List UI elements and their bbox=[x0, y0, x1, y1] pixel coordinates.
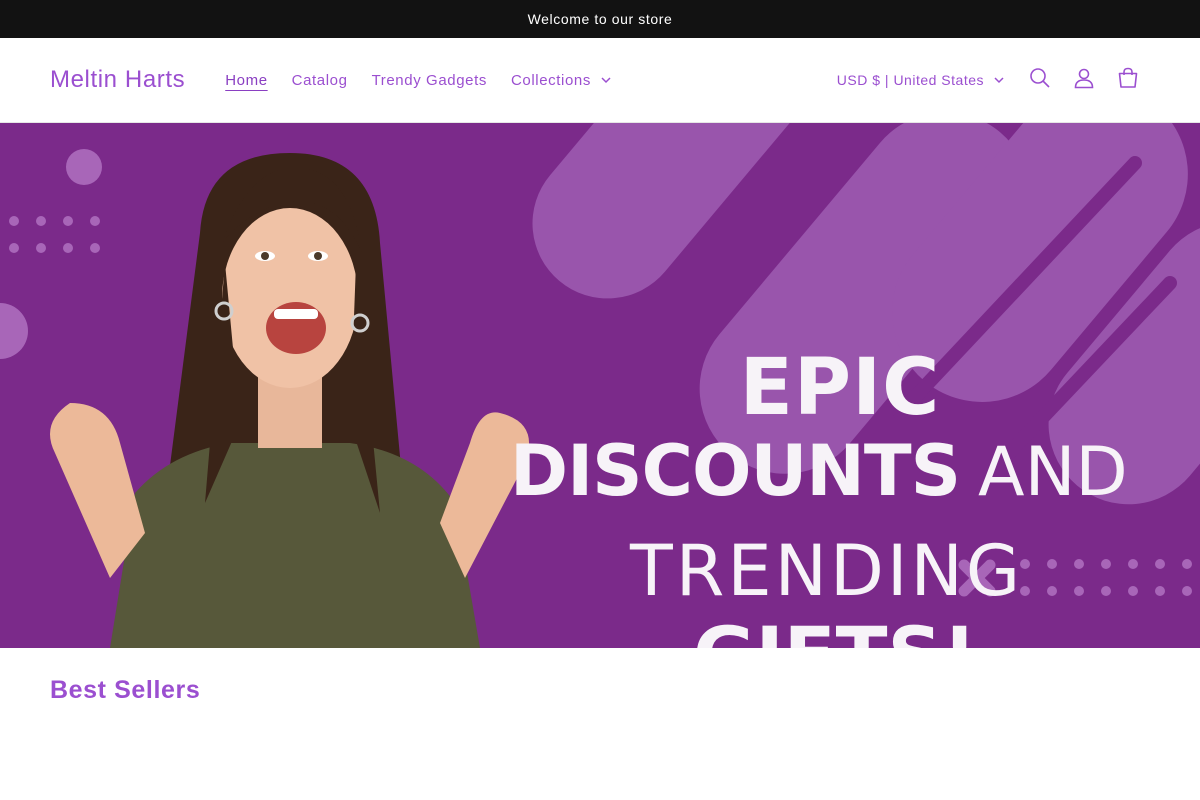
search-button[interactable] bbox=[1018, 58, 1062, 102]
search-icon bbox=[1029, 67, 1051, 94]
hero-line-4: GIFTS! bbox=[510, 612, 1170, 649]
cart-icon bbox=[1117, 67, 1139, 94]
hero-line-1: EPIC bbox=[739, 343, 941, 433]
nav-catalog[interactable]: Catalog bbox=[280, 72, 360, 89]
account-button[interactable] bbox=[1062, 58, 1106, 102]
nav-trendy-gadgets[interactable]: Trendy Gadgets bbox=[360, 72, 499, 89]
chevron-down-icon bbox=[601, 76, 611, 84]
nav-collections[interactable]: Collections bbox=[499, 72, 623, 89]
chevron-down-icon bbox=[994, 76, 1004, 84]
hero-line-2: DISCOUNTS AND bbox=[510, 431, 1170, 530]
site-header: Meltin Harts Home Catalog Trendy Gadgets… bbox=[0, 38, 1200, 123]
hero-banner[interactable]: EPIC DISCOUNTSAND TRENDING GIFTS! bbox=[0, 123, 1200, 648]
cart-button[interactable] bbox=[1106, 58, 1150, 102]
hero-line-3: TRENDING bbox=[630, 530, 1024, 612]
hero-headline: EPIC DISCOUNTSAND TRENDING GIFTS! bbox=[510, 345, 1170, 648]
header-actions: USD $ | United States bbox=[837, 58, 1150, 102]
main-nav: Home Catalog Trendy Gadgets Collections bbox=[213, 72, 623, 89]
account-icon bbox=[1073, 67, 1095, 94]
hero-line-2-bold: DISCOUNTS bbox=[510, 430, 961, 512]
best-sellers-heading: Best Sellers bbox=[50, 676, 201, 704]
currency-country-selector[interactable]: USD $ | United States bbox=[837, 72, 1004, 88]
announcement-bar: Welcome to our store bbox=[0, 0, 1200, 38]
nav-home[interactable]: Home bbox=[213, 72, 279, 89]
announcement-text: Welcome to our store bbox=[527, 11, 673, 27]
store-logo[interactable]: Meltin Harts bbox=[50, 66, 185, 94]
hero-line-2-thin: AND bbox=[978, 433, 1128, 512]
